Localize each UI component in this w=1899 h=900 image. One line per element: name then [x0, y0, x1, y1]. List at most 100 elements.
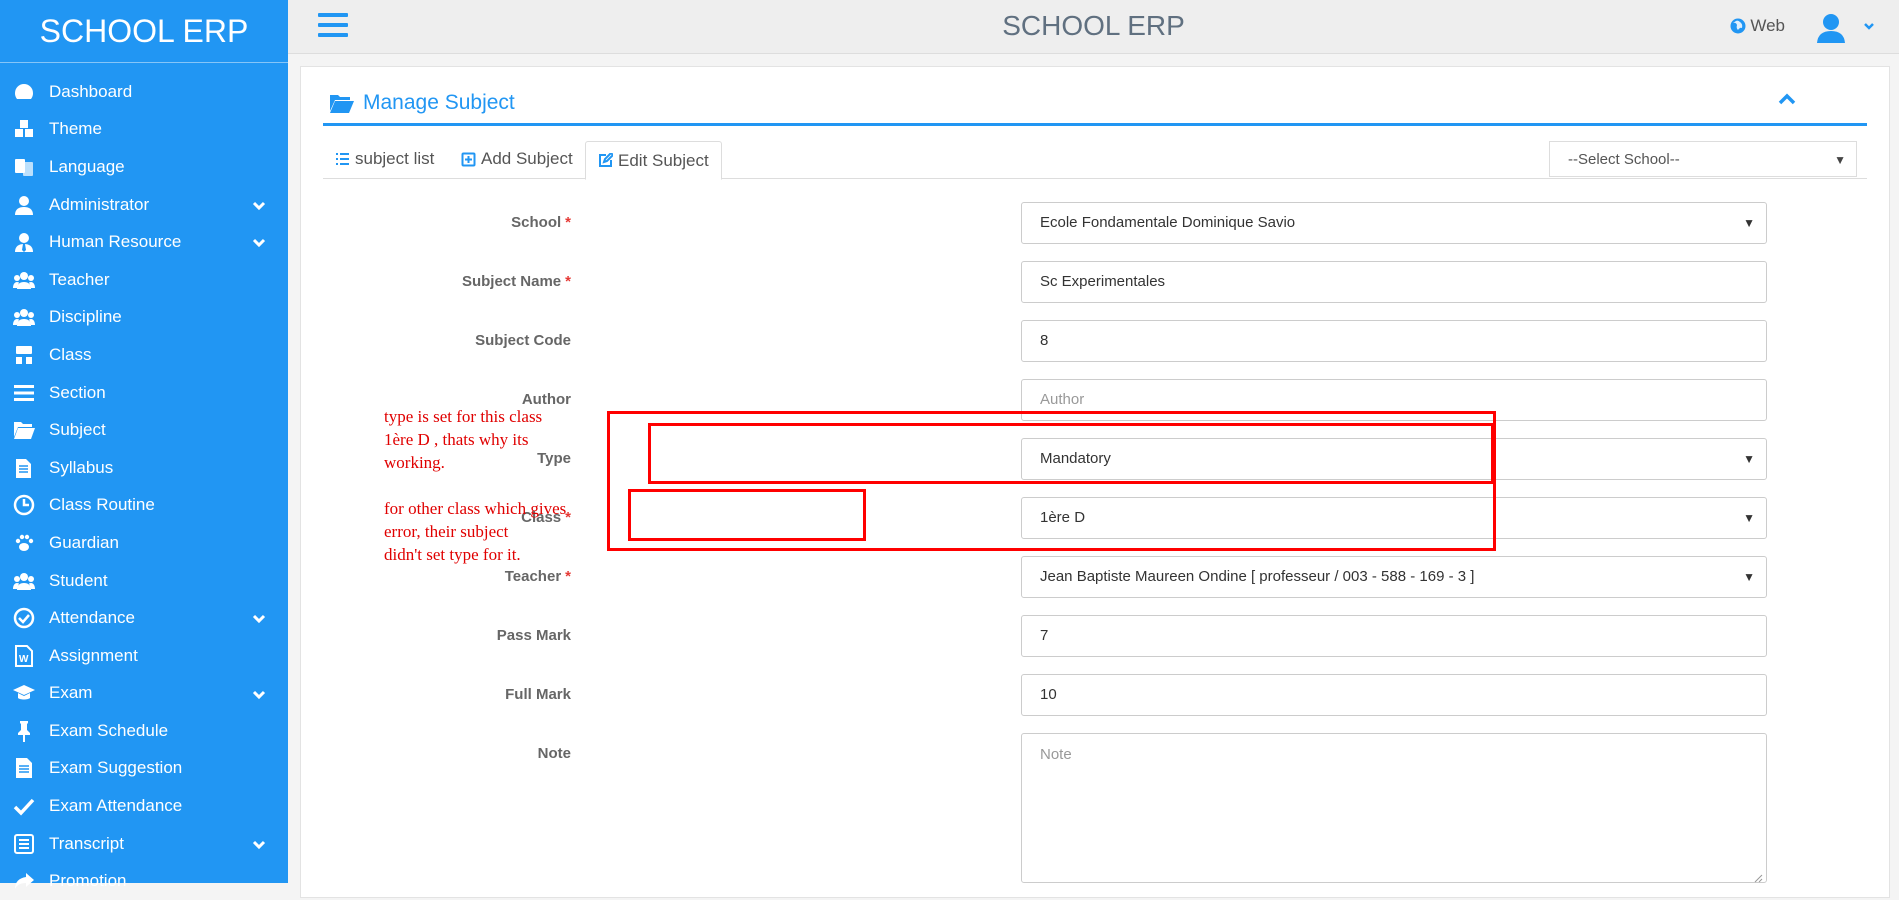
- chevron-down-icon: [252, 836, 266, 850]
- form-row-full-mark: Full Mark 10: [301, 674, 1767, 718]
- sidebar-item-student[interactable]: Student: [0, 562, 288, 600]
- author-input[interactable]: Author: [1021, 379, 1767, 421]
- paw-icon: [12, 531, 36, 555]
- folder-open-icon: [12, 418, 36, 442]
- sidebar-item-exam[interactable]: Exam: [0, 675, 288, 713]
- sidebar-item-label: Class Routine: [49, 495, 155, 515]
- resize-handle-icon[interactable]: [1754, 870, 1763, 883]
- list-alt-icon: [12, 832, 36, 856]
- pass-mark-input[interactable]: 7: [1021, 615, 1767, 657]
- caret-down-icon: ▼: [1743, 570, 1755, 584]
- caret-down-icon: ▼: [1743, 511, 1755, 525]
- tab-label: Edit Subject: [618, 150, 709, 170]
- sidebar-item-dashboard[interactable]: Dashboard: [0, 73, 288, 111]
- chevron-down-icon: [252, 610, 266, 624]
- note-textarea[interactable]: Note: [1021, 733, 1767, 883]
- sidebar-item-exam-suggestion[interactable]: Exam Suggestion: [0, 750, 288, 788]
- list-icon: [336, 152, 349, 165]
- school-filter-select[interactable]: --Select School-- ▼: [1549, 141, 1857, 177]
- sidebar-item-transcript[interactable]: Transcript: [0, 825, 288, 863]
- type-label: Type: [537, 450, 571, 467]
- chevron-down-icon: [252, 686, 266, 700]
- school-select[interactable]: Ecole Fondamentale Dominique Savio ▼: [1021, 202, 1767, 244]
- sidebar-item-label: Subject: [49, 420, 106, 440]
- collapse-panel-button[interactable]: [1777, 89, 1797, 109]
- users-icon: [12, 569, 36, 593]
- form-row-note: Note Note: [301, 733, 1767, 883]
- check-circle-icon: [12, 606, 36, 630]
- sidebar-item-label: Exam Suggestion: [49, 758, 183, 778]
- sidebar-item-class[interactable]: Class: [0, 336, 288, 374]
- user-avatar-icon[interactable]: [1813, 9, 1849, 45]
- user-icon: [12, 193, 36, 217]
- sidebar-item-subject[interactable]: Subject: [0, 411, 288, 449]
- app-title: SCHOOL ERP: [1002, 10, 1185, 41]
- subject-code-input[interactable]: 8: [1021, 320, 1767, 362]
- graduation-cap-icon: [12, 681, 36, 705]
- sidebar-item-attendance[interactable]: Attendance: [0, 599, 288, 637]
- sidebar-item-language[interactable]: Language: [0, 148, 288, 186]
- tab-label: subject list: [355, 149, 435, 168]
- sidebar-item-discipline[interactable]: Discipline: [0, 299, 288, 337]
- sidebar-item-administrator[interactable]: Administrator: [0, 186, 288, 224]
- note-label: Note: [537, 745, 571, 762]
- full-mark-label: Full Mark: [505, 686, 571, 703]
- annotation-note-1: type is set for this class 1ère D , that…: [384, 407, 543, 472]
- sidebar-item-label: Exam Schedule: [49, 720, 169, 740]
- teacher-select[interactable]: Jean Baptiste Maureen Ondine [ professeu…: [1021, 556, 1767, 598]
- plus-square-icon: [461, 152, 476, 166]
- sidebar-item-assignment[interactable]: W Assignment: [0, 637, 288, 675]
- sidebar-item-label: Class: [49, 344, 92, 364]
- teacher-label: Teacher *: [504, 568, 571, 585]
- type-select[interactable]: Mandatory ▼: [1021, 438, 1767, 480]
- language-icon: [12, 155, 36, 179]
- globe-icon: [1730, 18, 1746, 34]
- sidebar-item-teacher[interactable]: Teacher: [0, 261, 288, 299]
- tab-label: Add Subject: [481, 149, 573, 168]
- sidebar-item-label: Promotion: [49, 871, 127, 891]
- class-select[interactable]: 1ère D ▼: [1021, 497, 1767, 539]
- caret-down-icon: ▼: [1743, 216, 1755, 230]
- full-mark-input[interactable]: 10: [1021, 674, 1767, 716]
- sidebar-item-class-routine[interactable]: Class Routine: [0, 487, 288, 525]
- school-label: School *: [511, 214, 571, 231]
- clock-icon: [12, 493, 36, 517]
- chevron-down-icon: [252, 197, 266, 211]
- web-link[interactable]: Web: [1730, 16, 1785, 36]
- sidebar-item-exam-attendance[interactable]: Exam Attendance: [0, 787, 288, 825]
- bars-icon: [12, 381, 36, 405]
- tab-subject-list[interactable]: subject list: [323, 141, 446, 177]
- chevron-up-icon: [1778, 93, 1796, 105]
- sidebar-item-guardian[interactable]: Guardian: [0, 524, 288, 562]
- brand-logo[interactable]: SCHOOL ERP: [0, 0, 288, 63]
- sidebar-item-label: Exam Attendance: [49, 796, 183, 816]
- sidebar-menu: Dashboard Theme Language Administrator Human…: [0, 63, 288, 900]
- tab-add-subject[interactable]: Add Subject: [449, 141, 585, 177]
- sidebar-item-exam-schedule[interactable]: Exam Schedule: [0, 712, 288, 750]
- school-filter-value: --Select School--: [1568, 151, 1680, 168]
- sidebar-item-promotion[interactable]: Promotion: [0, 862, 288, 900]
- top-header: SCHOOL ERP Web: [288, 0, 1899, 54]
- sidebar-item-theme[interactable]: Theme: [0, 111, 288, 149]
- file-text-icon: [12, 756, 36, 780]
- sidebar-item-human-resource[interactable]: Human Resource: [0, 223, 288, 261]
- subject-name-label: Subject Name *: [461, 273, 571, 290]
- subject-name-input[interactable]: Sc Experimentales: [1021, 261, 1767, 303]
- sidebar-item-label: Theme: [49, 119, 102, 139]
- files-icon: [12, 456, 36, 480]
- tab-bar: subject list Add Subject Edit Subject --…: [323, 141, 1867, 180]
- form-row-pass-mark: Pass Mark 7: [301, 615, 1767, 659]
- sidebar-item-section[interactable]: Section: [0, 374, 288, 412]
- sidebar-item-label: Syllabus: [49, 457, 114, 477]
- users-icon: [12, 305, 36, 329]
- chevron-down-icon[interactable]: [1863, 19, 1875, 31]
- sidebar-item-label: Human Resource: [49, 232, 182, 252]
- sidebar-item-label: Dashboard: [49, 81, 133, 101]
- tab-edit-subject[interactable]: Edit Subject: [585, 141, 722, 180]
- sidebar-item-syllabus[interactable]: Syllabus: [0, 449, 288, 487]
- sidebar-item-label: Attendance: [49, 608, 136, 628]
- sidebar-item-label: Assignment: [49, 645, 138, 665]
- sidebar-item-label: Guardian: [49, 532, 119, 552]
- form-row-subject-name: Subject Name * Sc Experimentales: [301, 261, 1767, 305]
- users-icon: [12, 268, 36, 292]
